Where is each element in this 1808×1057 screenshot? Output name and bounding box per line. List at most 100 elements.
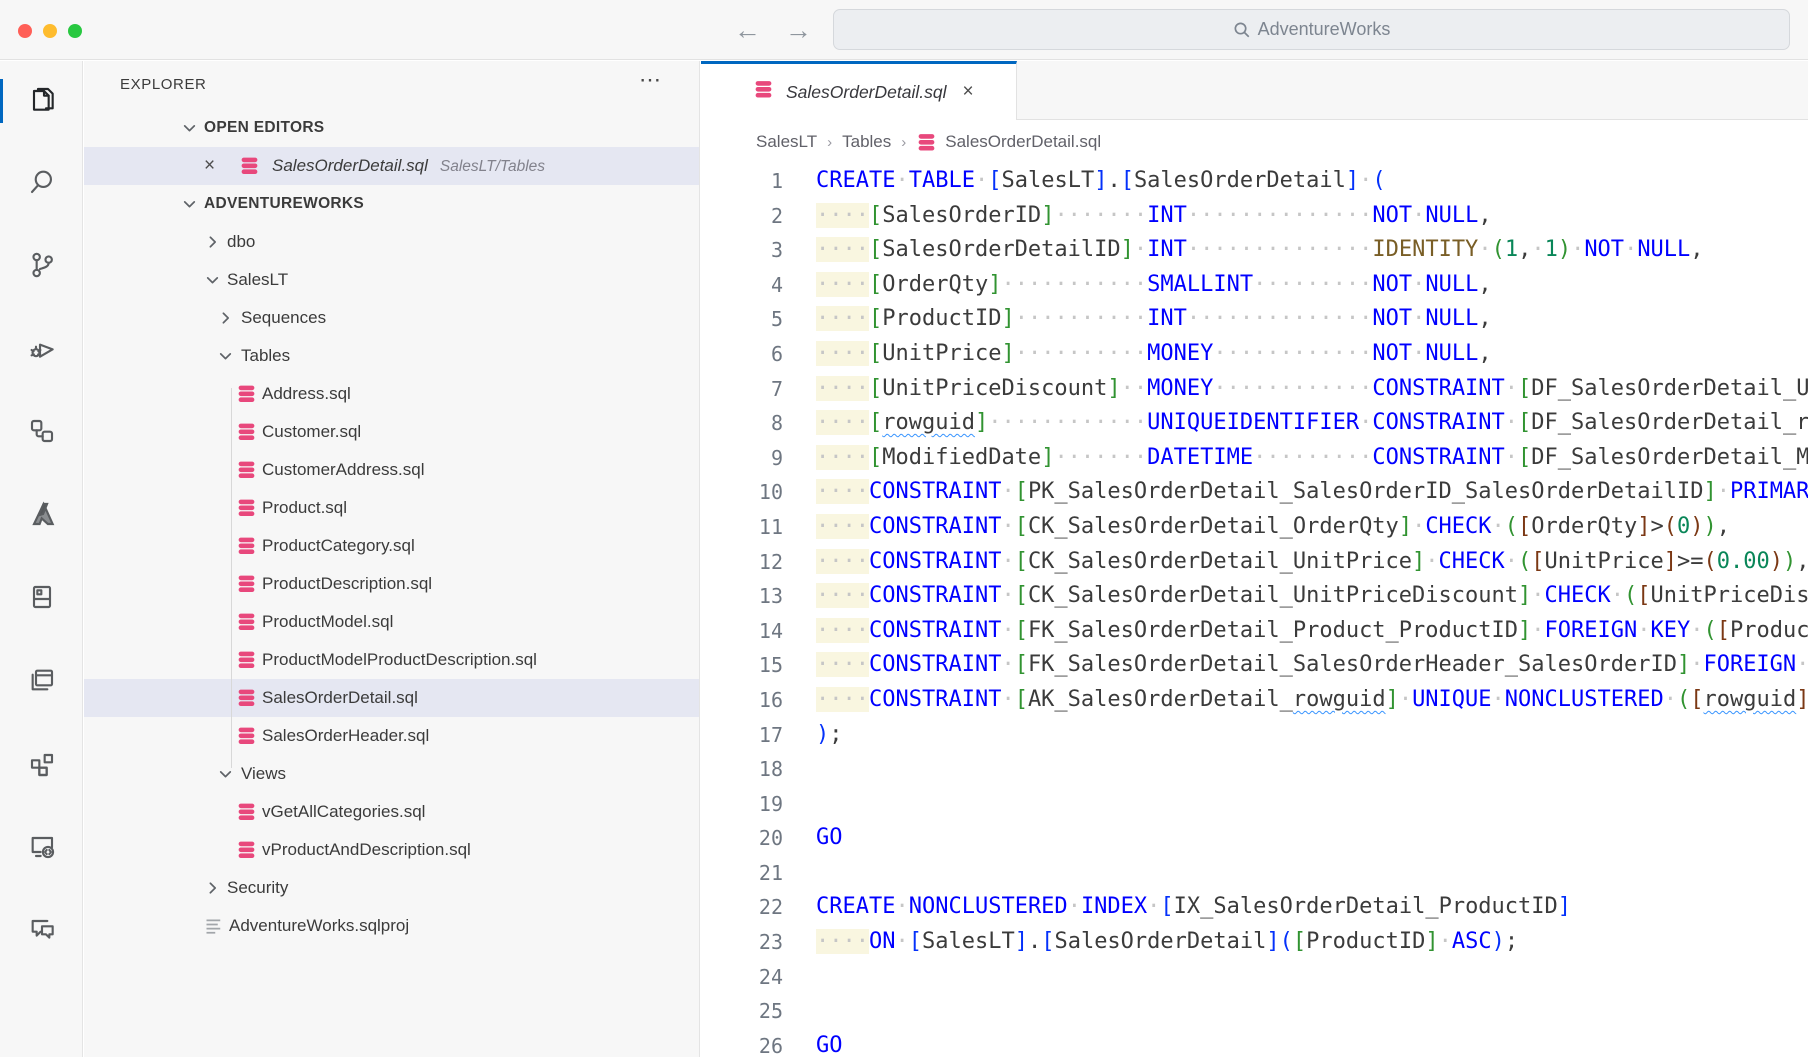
database-icon xyxy=(236,460,257,481)
activity-item-azure[interactable] xyxy=(0,480,83,552)
tree-item-address-sql[interactable]: Address.sql xyxy=(84,375,699,413)
activity-item-editor-layout[interactable] xyxy=(0,646,83,718)
search-icon xyxy=(26,166,58,203)
minimize-window-button[interactable] xyxy=(43,24,57,38)
more-actions-button[interactable]: ⋯ xyxy=(639,67,663,93)
activity-item-connections[interactable] xyxy=(0,397,83,469)
activity-item-extensions[interactable] xyxy=(0,729,83,801)
code-line-14: 14····CONSTRAINT·[FK_SalesOrderDetail_Pr… xyxy=(701,614,1808,649)
chevron-down-icon xyxy=(217,766,234,783)
tab-bar: SalesOrderDetail.sql × xyxy=(701,61,1808,120)
tree-item-product-sql[interactable]: Product.sql xyxy=(84,489,699,527)
line-number: 11 xyxy=(701,510,783,545)
breadcrumb-item-salesorderdetail-sql[interactable]: SalesOrderDetail.sql xyxy=(916,132,1101,153)
tree-item-customeraddress-sql[interactable]: CustomerAddress.sql xyxy=(84,451,699,489)
breadcrumb-item-saleslt[interactable]: SalesLT xyxy=(756,132,817,152)
line-number: 24 xyxy=(701,960,783,995)
database-icon xyxy=(753,79,774,105)
tree-item-productdescription-sql[interactable]: ProductDescription.sql xyxy=(84,565,699,603)
tree-folder-dbo[interactable]: dbo xyxy=(84,223,699,261)
tree-folder-sequences[interactable]: Sequences xyxy=(84,299,699,337)
tree-item-productmodel-sql[interactable]: ProductModel.sql xyxy=(84,603,699,641)
line-number: 20 xyxy=(701,821,783,856)
breadcrumb-label: Tables xyxy=(842,132,891,152)
code-line-content: ); xyxy=(783,718,843,753)
line-number: 7 xyxy=(701,372,783,407)
database-icon xyxy=(236,574,257,595)
tree-section-open-editors[interactable]: OPEN EDITORS xyxy=(84,109,699,147)
tree-folder-views[interactable]: Views xyxy=(84,755,699,793)
sidebar-title: EXPLORER xyxy=(120,76,207,93)
code-line-17: 17); xyxy=(701,718,1808,753)
line-number: 26 xyxy=(701,1029,783,1057)
tab-label: SalesOrderDetail.sql xyxy=(786,82,946,103)
close-editor-icon[interactable]: × xyxy=(204,155,215,177)
code-line-content: ····CONSTRAINT·[PK_SalesOrderDetail_Sale… xyxy=(783,475,1808,510)
activity-item-search[interactable] xyxy=(0,148,83,220)
line-number: 12 xyxy=(701,545,783,580)
extensions-icon xyxy=(26,747,58,784)
activity-item-run-debug[interactable] xyxy=(0,314,83,386)
activity-item-source-control[interactable] xyxy=(0,231,83,303)
code-line-content: ····[UnitPrice]··········MONEY··········… xyxy=(783,337,1492,372)
code-line-content: ····[ModifiedDate]·······DATETIME·······… xyxy=(783,441,1808,476)
tree-item-salesorderheader-sql[interactable]: SalesOrderHeader.sql xyxy=(84,717,699,755)
database-icon xyxy=(236,536,257,557)
remote-explorer-icon xyxy=(26,830,58,867)
tree-item-label: CustomerAddress.sql xyxy=(262,460,425,480)
database-icon xyxy=(236,612,257,633)
code-line-13: 13····CONSTRAINT·[CK_SalesOrderDetail_Un… xyxy=(701,579,1808,614)
chevron-down-icon xyxy=(204,272,221,289)
database-icon xyxy=(236,802,257,823)
code-editor[interactable]: 1CREATE·TABLE·[SalesLT].[SalesOrderDetai… xyxy=(701,164,1808,1057)
tree-section-adventureworks[interactable]: ADVENTUREWORKS xyxy=(84,185,699,223)
tree-item-label: SalesOrderHeader.sql xyxy=(262,726,429,746)
line-number: 3 xyxy=(701,233,783,268)
sidebar-header: EXPLORER ⋯ xyxy=(84,61,699,109)
chevron-right-icon xyxy=(204,880,221,897)
tree-folder-security[interactable]: Security xyxy=(84,869,699,907)
activity-item-remote-explorer[interactable] xyxy=(0,812,83,884)
close-window-button[interactable] xyxy=(18,24,32,38)
close-tab-icon[interactable]: × xyxy=(962,81,973,103)
code-line-content: ····ON·[SalesLT].[SalesOrderDetail]([Pro… xyxy=(783,925,1518,960)
code-line-content xyxy=(783,994,816,1029)
open-editor-item[interactable]: ×SalesOrderDetail.sqlSalesLT/Tables xyxy=(84,147,699,185)
code-line-25: 25 xyxy=(701,994,1808,1029)
feedback-icon xyxy=(26,913,58,950)
tree-item-label: Customer.sql xyxy=(262,422,361,442)
zoom-window-button[interactable] xyxy=(68,24,82,38)
tree-item-salesorderdetail-sql[interactable]: SalesOrderDetail.sql xyxy=(84,679,699,717)
code-line-26: 26GO xyxy=(701,1029,1808,1057)
search-text: AdventureWorks xyxy=(1258,19,1391,40)
code-line-content: ····[rowguid]············UNIQUEIDENTIFIE… xyxy=(783,406,1808,441)
code-line-24: 24 xyxy=(701,960,1808,995)
tree-item-productcategory-sql[interactable]: ProductCategory.sql xyxy=(84,527,699,565)
tree-item-productmodelproductdescription-sql[interactable]: ProductModelProductDescription.sql xyxy=(84,641,699,679)
tree-item-vgetallcategories-sql[interactable]: vGetAllCategories.sql xyxy=(84,793,699,831)
code-line-1: 1CREATE·TABLE·[SalesLT].[SalesOrderDetai… xyxy=(701,164,1808,199)
activity-item-explorer[interactable] xyxy=(0,65,83,137)
code-line-10: 10····CONSTRAINT·[PK_SalesOrderDetail_Sa… xyxy=(701,475,1808,510)
command-center-search[interactable]: AdventureWorks xyxy=(833,9,1790,50)
activity-item-database-projects[interactable] xyxy=(0,563,83,635)
tree-folder-saleslt[interactable]: SalesLT xyxy=(84,261,699,299)
breadcrumb-item-tables[interactable]: Tables xyxy=(842,132,891,152)
line-number: 17 xyxy=(701,718,783,753)
tree-item-adventureworks-sqlproj[interactable]: AdventureWorks.sqlproj xyxy=(84,907,699,945)
editor-group: SalesOrderDetail.sql × SalesLT›Tables›Sa… xyxy=(701,61,1808,1057)
code-line-content xyxy=(783,787,816,822)
activity-item-feedback[interactable] xyxy=(0,895,83,967)
tab-salesorderdetail[interactable]: SalesOrderDetail.sql × xyxy=(701,61,1017,120)
code-line-8: 8····[rowguid]············UNIQUEIDENTIFI… xyxy=(701,406,1808,441)
tree-folder-tables[interactable]: Tables xyxy=(84,337,699,375)
back-button[interactable]: ← xyxy=(734,17,761,44)
line-number: 4 xyxy=(701,268,783,303)
code-line-content xyxy=(783,960,816,995)
explorer-icon xyxy=(26,83,58,120)
tree-item-customer-sql[interactable]: Customer.sql xyxy=(84,413,699,451)
database-icon xyxy=(239,156,260,177)
code-line-4: 4····[OrderQty]···········SMALLINT······… xyxy=(701,268,1808,303)
tree-item-vproductanddescription-sql[interactable]: vProductAndDescription.sql xyxy=(84,831,699,869)
forward-button[interactable]: → xyxy=(785,17,812,44)
